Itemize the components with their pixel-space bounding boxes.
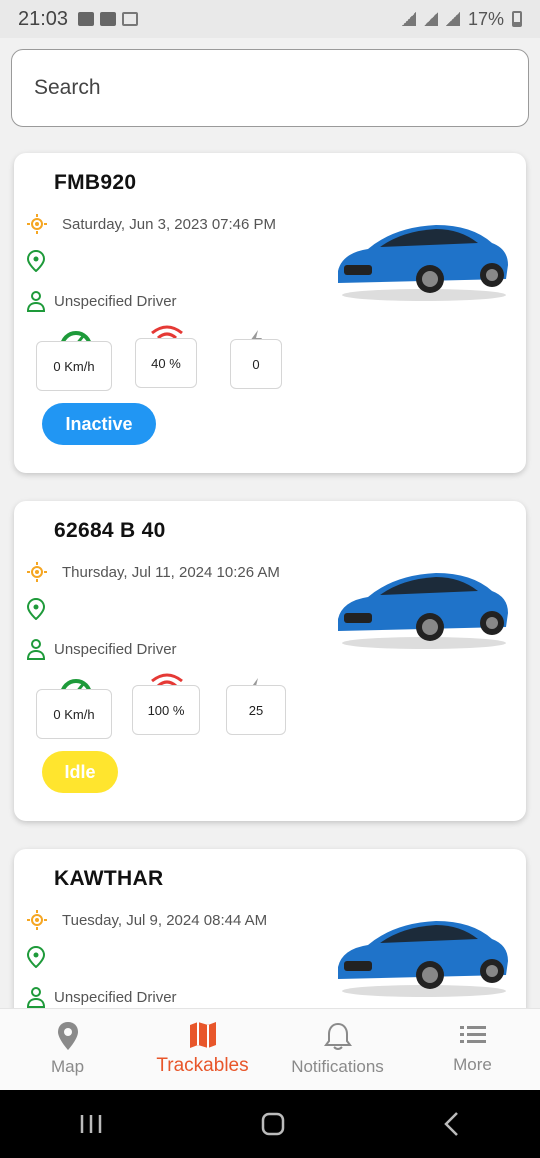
status-badge[interactable]: Idle: [42, 751, 118, 793]
system-navigation-bar: [0, 1090, 540, 1158]
power-value: 0: [252, 356, 260, 372]
search-input[interactable]: [34, 76, 528, 100]
driver-row: Unspecified Driver: [26, 638, 177, 660]
trackable-driver: Unspecified Driver: [54, 988, 177, 1006]
map-pin-icon: [57, 1022, 78, 1050]
clock-sun-icon: [27, 562, 47, 582]
search-box[interactable]: [11, 49, 529, 127]
signal-value: 40 %: [151, 355, 181, 371]
power-box: 25: [226, 685, 286, 735]
car-image: [338, 921, 508, 997]
location-pin-icon: [26, 598, 46, 620]
person-icon: [26, 987, 46, 1008]
bell-icon: [323, 1022, 352, 1050]
trackable-driver: Unspecified Driver: [54, 292, 177, 310]
trackable-datetime: Tuesday, Jul 9, 2024 08:44 AM: [62, 911, 268, 929]
location-row: [26, 250, 60, 272]
nav-map-label: Map: [50, 1057, 85, 1076]
trackable-card[interactable]: FMB920 Saturday, Jun 3, 2023 07:46 PM Un…: [14, 153, 526, 473]
trackable-datetime: Thursday, Jul 11, 2024 10:26 AM: [62, 563, 280, 581]
gallery-icon: [78, 12, 95, 26]
driver-row: Unspecified Driver: [26, 290, 177, 312]
recent-apps-icon[interactable]: [78, 1112, 104, 1136]
nav-map[interactable]: Map: [0, 1009, 135, 1090]
datetime-row: Tuesday, Jul 9, 2024 08:44 AM: [26, 909, 267, 931]
nav-trackables[interactable]: Trackables: [135, 1009, 270, 1090]
speed-value: 0 Km/h: [53, 358, 95, 374]
trackable-card[interactable]: 62684 B 40 Thursday, Jul 11, 2024 10:26 …: [14, 501, 526, 821]
datetime-row: Thursday, Jul 11, 2024 10:26 AM: [26, 561, 280, 583]
list-icon: [459, 1026, 486, 1043]
signal-box: 40 %: [135, 338, 197, 388]
trackable-name: FMB920: [54, 171, 137, 194]
trackable-datetime: Saturday, Jun 3, 2023 07:46 PM: [62, 215, 277, 233]
back-icon[interactable]: [442, 1111, 462, 1137]
bluetooth-icon: [401, 12, 416, 26]
nav-more-label: More: [453, 1055, 492, 1074]
location-pin-icon: [26, 250, 46, 272]
trackable-name: KAWTHAR: [54, 867, 164, 890]
location-pin-icon: [26, 946, 46, 968]
status-time: 21:03: [18, 7, 69, 30]
bottom-navigation: Map Trackables Notifications More: [0, 1008, 540, 1090]
trackable-card[interactable]: KAWTHAR Tuesday, Jul 9, 2024 08:44 AM Un…: [14, 849, 526, 1008]
status-bar: 21:03 17%: [0, 0, 540, 38]
battery-percent: 17%: [467, 8, 504, 29]
signal-icon: [445, 12, 460, 26]
folded-map-icon: [189, 1022, 216, 1048]
home-icon[interactable]: [260, 1111, 286, 1137]
trackable-driver: Unspecified Driver: [54, 640, 177, 658]
battery-icon: [512, 11, 522, 27]
car-image: [338, 225, 508, 301]
location-row: [26, 598, 60, 620]
speed-value: 0 Km/h: [53, 706, 95, 722]
location-row: [26, 946, 60, 968]
power-value: 25: [248, 702, 264, 718]
signal-box: 100 %: [132, 685, 200, 735]
trackable-name: 62684 B 40: [54, 519, 166, 542]
status-badge[interactable]: Inactive: [42, 403, 156, 445]
clock-sun-icon: [27, 214, 47, 234]
driver-row: Unspecified Driver: [26, 986, 177, 1008]
nav-notifications-label: Notifications: [291, 1057, 384, 1076]
signal-value: 100 %: [147, 702, 185, 718]
notification-icons: [78, 12, 139, 26]
clock-sun-icon: [27, 910, 47, 930]
trackables-list[interactable]: FMB920 Saturday, Jun 3, 2023 07:46 PM Un…: [0, 38, 540, 1008]
youtube-icon: [100, 12, 117, 26]
wifi-icon: [423, 12, 438, 26]
wifi-off-icon: [122, 12, 139, 26]
datetime-row: Saturday, Jun 3, 2023 07:46 PM: [26, 213, 276, 235]
speed-box: 0 Km/h: [36, 341, 112, 391]
nav-notifications[interactable]: Notifications: [270, 1009, 405, 1090]
car-image: [338, 573, 508, 649]
speed-box: 0 Km/h: [36, 689, 112, 739]
power-box: 0: [230, 339, 282, 389]
nav-more[interactable]: More: [405, 1009, 540, 1090]
person-icon: [26, 639, 46, 660]
person-icon: [26, 291, 46, 312]
nav-trackables-label: Trackables: [156, 1055, 249, 1076]
